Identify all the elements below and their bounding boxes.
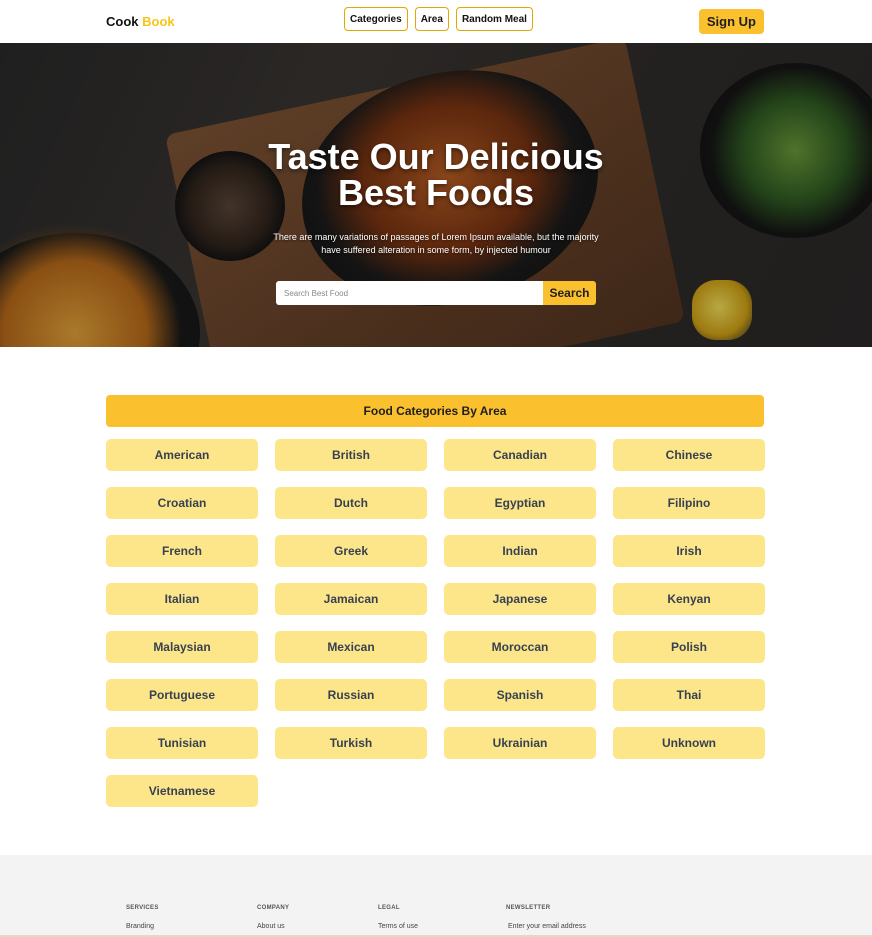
hero-search-form: Search (276, 281, 596, 305)
area-button-canadian[interactable]: Canadian (444, 439, 596, 471)
area-button-british[interactable]: British (275, 439, 427, 471)
area-section: Food Categories By Area American British C… (0, 347, 872, 855)
area-button-croatian[interactable]: Croatian (106, 487, 258, 519)
area-button-mexican[interactable]: Mexican (275, 631, 427, 663)
area-button-spanish[interactable]: Spanish (444, 679, 596, 711)
area-button-dutch[interactable]: Dutch (275, 487, 427, 519)
area-button-egyptian[interactable]: Egyptian (444, 487, 596, 519)
search-button[interactable]: Search (543, 281, 596, 305)
nav-categories-button[interactable]: Categories (344, 7, 408, 31)
brand-logo[interactable]: Cook Book (106, 14, 175, 29)
area-button-polish[interactable]: Polish (613, 631, 765, 663)
area-button-italian[interactable]: Italian (106, 583, 258, 615)
area-button-japanese[interactable]: Japanese (444, 583, 596, 615)
sign-up-button[interactable]: Sign Up (698, 9, 764, 34)
brand-main-text: Cook (106, 14, 139, 29)
food-search-input[interactable] (276, 281, 543, 305)
navbar: Cook Book Categories Area Random Meal Si… (0, 0, 872, 43)
footer-col-company: COMPANY About us (257, 905, 289, 930)
hero-title: Taste Our Delicious Best Foods (0, 139, 872, 211)
area-button-moroccan[interactable]: Moroccan (444, 631, 596, 663)
area-button-kenyan[interactable]: Kenyan (613, 583, 765, 615)
area-button-thai[interactable]: Thai (613, 679, 765, 711)
hero-title-line2: Best Foods (337, 172, 534, 213)
hero-content: Taste Our Delicious Best Foods There are… (0, 139, 872, 305)
area-button-vietnamese[interactable]: Vietnamese (106, 775, 258, 807)
hero-subtitle: There are many variations of passages of… (273, 232, 599, 255)
area-button-greek[interactable]: Greek (275, 535, 427, 567)
area-button-jamaican[interactable]: Jamaican (275, 583, 427, 615)
footer-col-title: SERVICES (126, 905, 159, 911)
hero-title-line1: Taste Our Delicious (268, 136, 604, 177)
area-button-french[interactable]: French (106, 535, 258, 567)
footer-link-branding[interactable]: Branding (126, 923, 159, 930)
area-button-portuguese[interactable]: Portuguese (106, 679, 258, 711)
footer-col-title: LEGAL (378, 905, 400, 911)
nav-random-meal-button[interactable]: Random Meal (455, 7, 533, 31)
footer-col-legal: LEGAL Terms of use (378, 905, 418, 930)
area-button-tunisian[interactable]: Tunisian (106, 727, 258, 759)
footer-col-title: NEWSLETTER (506, 905, 551, 911)
area-button-turkish[interactable]: Turkish (275, 727, 427, 759)
footer-link-about-us[interactable]: About us (257, 923, 289, 930)
area-button-ukrainian[interactable]: Ukrainian (444, 727, 596, 759)
area-button-indian[interactable]: Indian (444, 535, 596, 567)
area-button-irish[interactable]: Irish (613, 535, 765, 567)
nav-links: Categories Area Random Meal (344, 7, 533, 31)
area-button-russian[interactable]: Russian (275, 679, 427, 711)
area-button-filipino[interactable]: Filipino (613, 487, 765, 519)
area-section-title: Food Categories By Area (106, 395, 764, 427)
hero-banner: Taste Our Delicious Best Foods There are… (0, 43, 872, 347)
footer: SERVICES Branding COMPANY About us LEGAL… (0, 855, 872, 937)
area-button-malaysian[interactable]: Malaysian (106, 631, 258, 663)
area-button-chinese[interactable]: Chinese (613, 439, 765, 471)
footer-col-newsletter: NEWSLETTER Enter your email address (506, 905, 586, 930)
area-button-american[interactable]: American (106, 439, 258, 471)
brand-accent-text: Book (142, 14, 175, 29)
footer-col-services: SERVICES Branding (126, 905, 159, 930)
nav-area-button[interactable]: Area (414, 7, 449, 31)
footer-link-terms-of-use[interactable]: Terms of use (378, 923, 418, 930)
newsletter-email-input[interactable]: Enter your email address (508, 923, 586, 930)
footer-col-title: COMPANY (257, 905, 290, 911)
area-button-unknown[interactable]: Unknown (613, 727, 765, 759)
area-grid: American British Canadian Chinese Croatian Du… (106, 439, 765, 807)
